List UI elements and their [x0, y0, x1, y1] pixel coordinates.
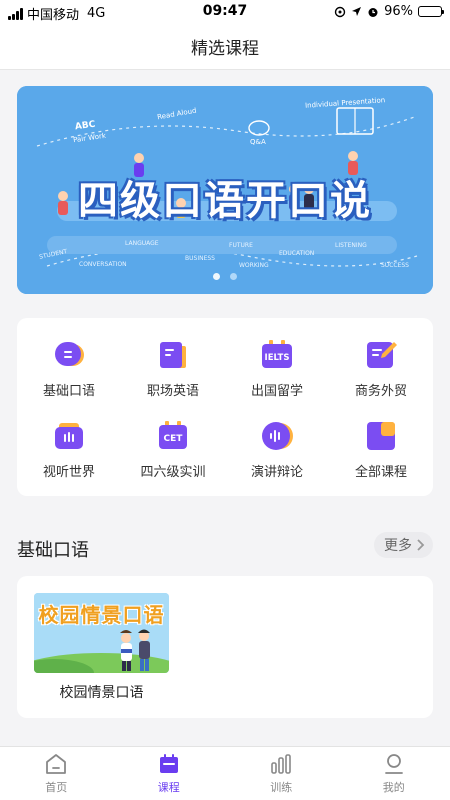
category-label: 基础口语 — [42, 384, 95, 399]
tab-label: 课程 — [157, 781, 180, 794]
location-icon — [352, 7, 362, 16]
category-label: 演讲辩论 — [250, 465, 303, 480]
edit-document-icon — [367, 342, 397, 368]
section-title: 基础口语 — [17, 540, 89, 561]
category-audio-visual[interactable]: 视听世界 — [17, 409, 121, 490]
course-title[interactable]: 校园情景口语 — [34, 682, 169, 702]
banner-carousel[interactable]: ABC Pair Work Read Aloud Individual Pres… — [17, 86, 433, 294]
cet-icon: CET — [159, 421, 187, 449]
category-label: 出国留学 — [250, 384, 303, 399]
battery-percent: 96% — [384, 4, 413, 19]
banner-title: 四级口语开口说 — [78, 178, 372, 224]
category-speech-debate[interactable]: 演讲辩论 — [225, 409, 329, 490]
category-label: 全部课程 — [354, 465, 407, 480]
course-thumbnail[interactable]: 校园情景口语 — [34, 593, 169, 673]
ielts-icon: IELTS — [262, 340, 292, 368]
banner-caption-listening: LISTENING — [335, 242, 367, 249]
tab-label: 训练 — [270, 781, 293, 794]
screen-lock-icon — [334, 6, 346, 17]
category-all-courses[interactable]: 全部课程 — [329, 409, 433, 490]
bar-chart-icon — [271, 754, 292, 774]
audio-wave-icon — [262, 422, 293, 450]
category-label: 职场英语 — [146, 384, 199, 399]
category-label: 商务外贸 — [354, 384, 407, 399]
course-list: 校园情景口语 校园情景口语 — [17, 576, 433, 718]
carousel-dot[interactable] — [230, 273, 237, 280]
banner-caption-success: SUCCESS — [381, 262, 409, 269]
category-study-abroad[interactable]: IELTS 出国留学 — [225, 328, 329, 409]
category-label: 视听世界 — [42, 465, 95, 480]
page-title: 精选课程 — [191, 39, 259, 59]
alarm-icon — [368, 7, 378, 17]
status-bar: 中国移动 4G 09:47 96% — [0, 0, 450, 24]
tab-courses[interactable]: 课程 — [129, 752, 209, 795]
home-icon — [46, 754, 67, 774]
nav-bar: 精选课程 — [0, 24, 450, 70]
more-label: 更多 — [384, 538, 412, 554]
chevron-right-icon — [417, 539, 425, 551]
banner-caption-education: EDUCATION — [279, 250, 315, 257]
banner-caption-future: FUTURE — [229, 242, 253, 249]
tab-profile[interactable]: 我的 — [354, 752, 434, 795]
tab-home[interactable]: 首页 — [16, 752, 96, 795]
battery-icon — [418, 6, 444, 17]
status-right: 96% — [334, 4, 444, 19]
category-business-trade[interactable]: 商务外贸 — [329, 328, 433, 409]
tab-bar: 首页 课程 训练 我的 — [0, 746, 450, 800]
more-button[interactable]: 更多 — [374, 532, 433, 558]
tab-training[interactable]: 训练 — [241, 752, 321, 795]
grid-icon — [367, 422, 395, 450]
book-icon — [160, 342, 186, 368]
ielts-icon-text: IELTS — [265, 353, 290, 363]
banner-caption-qa: Q&A — [250, 138, 266, 146]
category-basic-speaking[interactable]: 基础口语 — [17, 328, 121, 409]
tv-icon — [55, 423, 83, 449]
banner-caption-conversation: CONVERSATION — [79, 261, 127, 268]
category-workplace-english[interactable]: 职场英语 — [121, 328, 225, 409]
calendar-icon — [159, 754, 178, 773]
category-grid: 基础口语 职场英语 IELTS 出国留学 商务外贸 视听世界 CET 四六级实训… — [17, 318, 433, 496]
category-label: 四六级实训 — [140, 465, 206, 480]
banner-caption-language: LANGUAGE — [125, 240, 159, 247]
chat-bubble-icon — [55, 342, 84, 366]
category-cet-training[interactable]: CET 四六级实训 — [121, 409, 225, 490]
tab-label: 我的 — [382, 781, 405, 794]
tab-label: 首页 — [45, 781, 68, 794]
course-thumbnail-title: 校园情景口语 — [38, 603, 165, 627]
user-icon — [384, 754, 403, 774]
banner-caption-business: BUSINESS — [185, 255, 215, 262]
carousel-dots — [17, 273, 433, 280]
carousel-dot-active[interactable] — [213, 273, 220, 280]
cet-icon-text: CET — [164, 434, 184, 444]
banner-caption-working: WORKING — [239, 262, 269, 269]
